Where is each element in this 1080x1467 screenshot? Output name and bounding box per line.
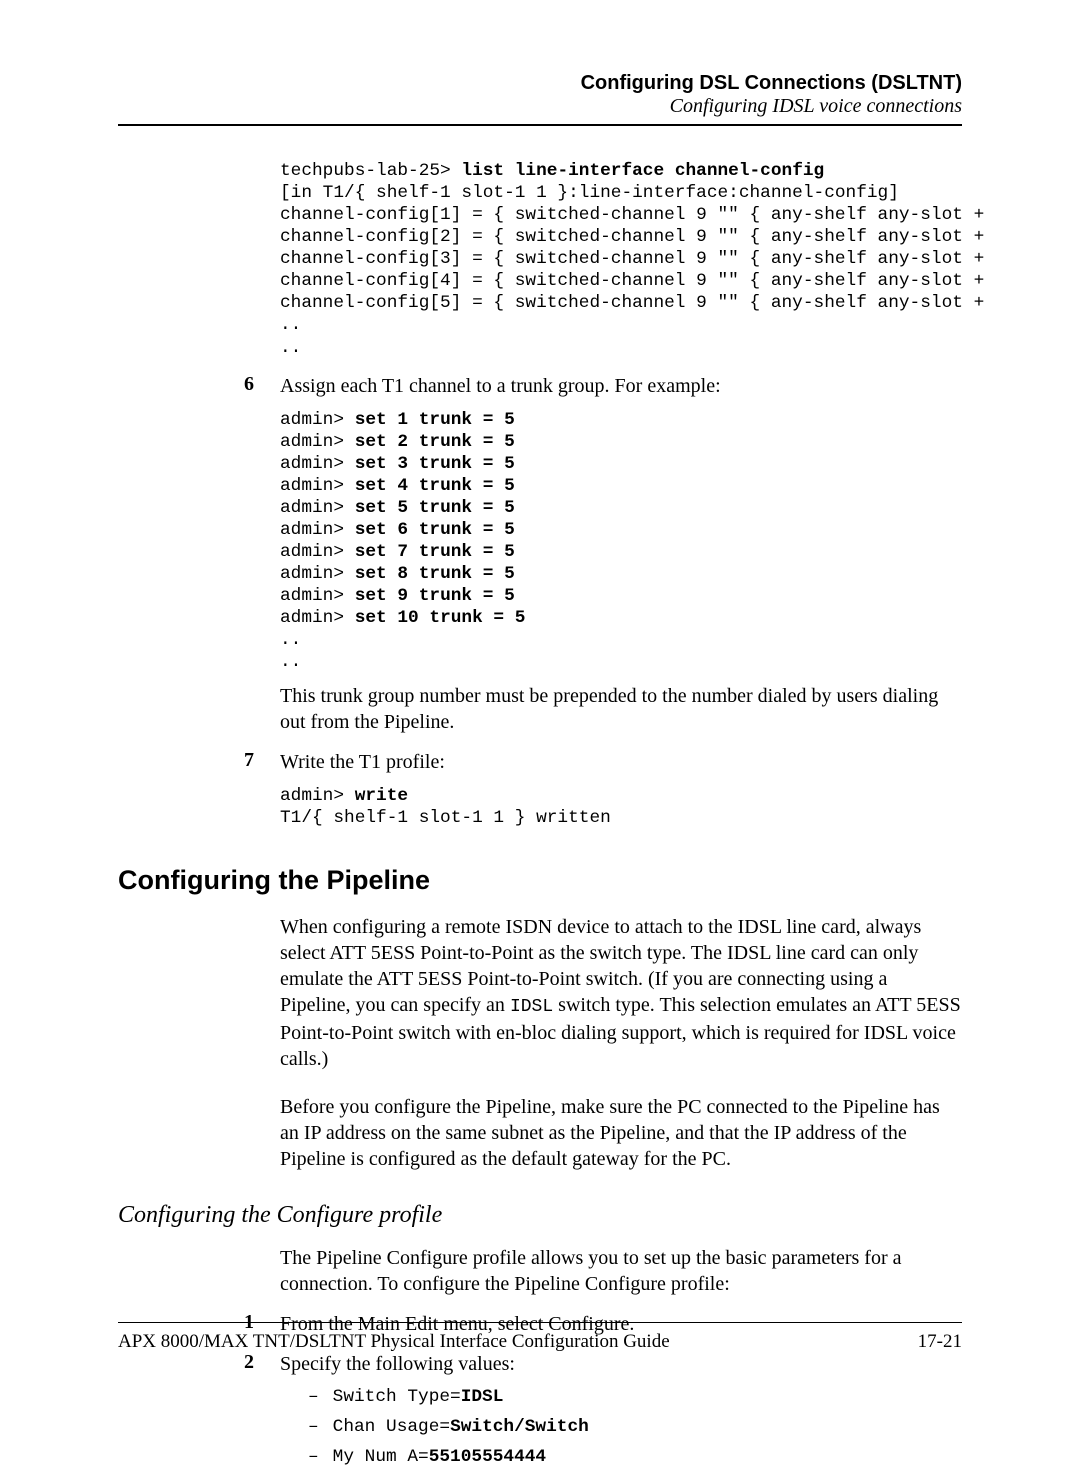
step-text: Write the T1 profile: [280, 749, 445, 775]
config-list: –Switch Type=IDSL–Chan Usage=Switch/Swit… [280, 1387, 962, 1467]
code-prompt: admin> [280, 786, 355, 806]
page-footer: APX 8000/MAX TNT/DSLTNT Physical Interfa… [118, 1322, 962, 1353]
code-block-1: techpubs-lab-25> list line-interface cha… [280, 160, 962, 359]
code-command: set 10 trunk = 5 [355, 608, 526, 628]
code-block-2: admin> set 1 trunk = 5 admin> set 2 trun… [280, 409, 962, 674]
step-6: 6 Assign each T1 channel to a trunk grou… [244, 373, 962, 399]
step-number: 2 [244, 1351, 280, 1374]
code-command: set 2 trunk = 5 [355, 432, 515, 452]
section-para-1: When configuring a remote ISDN device to… [280, 914, 962, 1071]
code-command: set 4 trunk = 5 [355, 476, 515, 496]
code-command: write [355, 786, 408, 806]
code-command: set 9 trunk = 5 [355, 586, 515, 606]
code-command: set 3 trunk = 5 [355, 454, 515, 474]
code-prompt: techpubs-lab-25> [280, 161, 461, 181]
code-output: [in T1/{ shelf-1 slot-1 1 }:line-interfa… [280, 183, 984, 357]
substep-2: 2 Specify the following values: [244, 1351, 962, 1377]
config-label: Chan Usage= [333, 1417, 450, 1437]
config-value: 55105554444 [429, 1447, 546, 1467]
body-content: techpubs-lab-25> list line-interface cha… [280, 160, 962, 829]
section-body: When configuring a remote ISDN device to… [280, 914, 962, 1171]
config-value: Switch/Switch [450, 1417, 589, 1437]
config-label: My Num A= [333, 1447, 429, 1467]
trunk-note: This trunk group number must be prepende… [280, 683, 962, 735]
dash-icon: – [308, 1417, 319, 1437]
code-command: set 8 trunk = 5 [355, 564, 515, 584]
code-command: set 5 trunk = 5 [355, 498, 515, 518]
code-output: T1/{ shelf-1 slot-1 1 } written [280, 808, 611, 828]
subsection-intro: The Pipeline Configure profile allows yo… [280, 1245, 962, 1297]
code-command: list line-interface channel-config [461, 161, 824, 181]
header-section: Configuring IDSL voice connections [118, 95, 962, 118]
code-block-3: admin> write T1/{ shelf-1 slot-1 1 } wri… [280, 785, 962, 829]
code-command: set 7 trunk = 5 [355, 542, 515, 562]
dash-icon: – [308, 1447, 319, 1467]
step-text: Specify the following values: [280, 1351, 515, 1377]
subsection-body: The Pipeline Configure profile allows yo… [280, 1245, 962, 1467]
step-text: Assign each T1 channel to a trunk group.… [280, 373, 721, 399]
config-item: –My Num A=55105554444 [308, 1447, 962, 1467]
code-command: set 1 trunk = 5 [355, 410, 515, 430]
page-header: Configuring DSL Connections (DSLTNT) Con… [118, 72, 962, 118]
page: Configuring DSL Connections (DSLTNT) Con… [0, 0, 1080, 1397]
step-7: 7 Write the T1 profile: [244, 749, 962, 775]
inline-code: IDSL [510, 997, 553, 1017]
subsection-heading: Configuring the Configure profile [118, 1202, 962, 1229]
step-number: 6 [244, 373, 280, 396]
code-command: set 6 trunk = 5 [355, 520, 515, 540]
header-rule [118, 124, 962, 126]
section-heading: Configuring the Pipeline [118, 865, 962, 896]
footer-guide-title: APX 8000/MAX TNT/DSLTNT Physical Interfa… [118, 1331, 670, 1353]
footer-page-number: 17-21 [918, 1331, 962, 1353]
header-chapter: Configuring DSL Connections (DSLTNT) [118, 72, 962, 95]
config-item: –Chan Usage=Switch/Switch [308, 1417, 962, 1437]
step-number: 7 [244, 749, 280, 772]
section-para-2: Before you configure the Pipeline, make … [280, 1094, 962, 1172]
